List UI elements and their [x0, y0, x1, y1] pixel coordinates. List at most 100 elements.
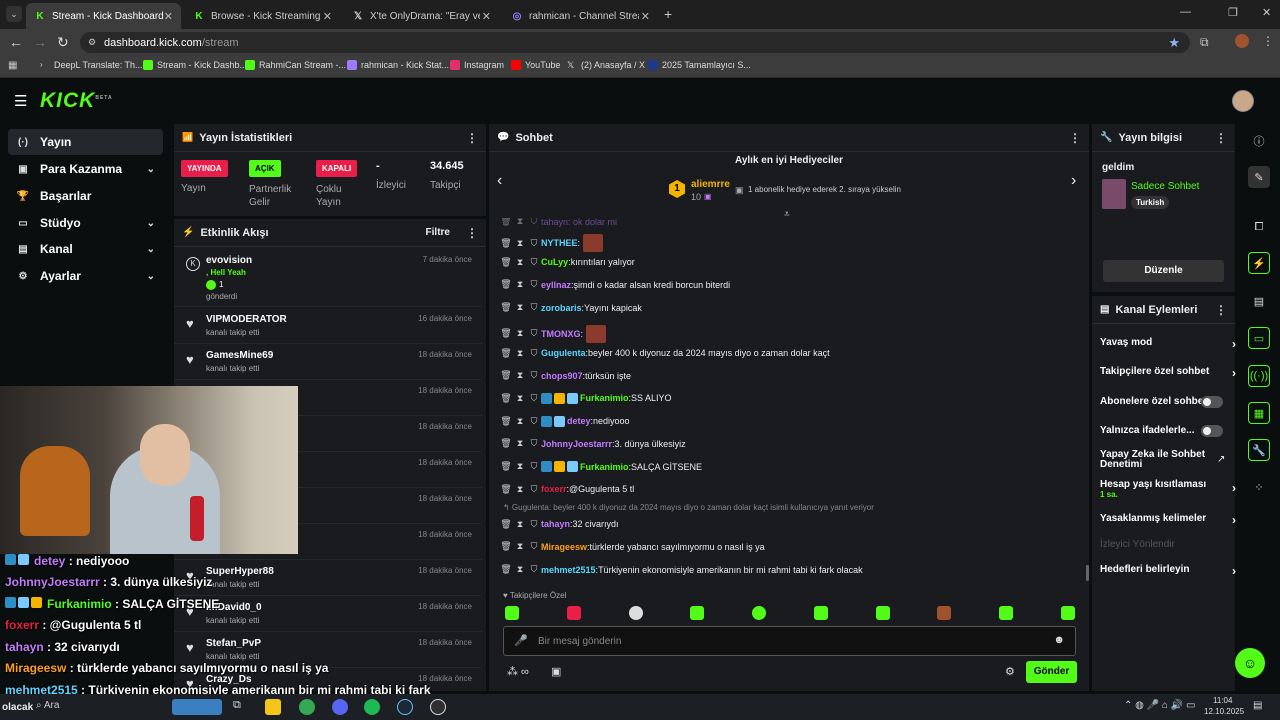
wrench-icon[interactable]: 🔧 — [1248, 439, 1270, 461]
emotes-only-toggle[interactable] — [1201, 425, 1223, 437]
top-gifter-name[interactable]: aliemrre — [691, 179, 730, 190]
trash-icon[interactable]: 🗑 — [499, 257, 513, 268]
emote-icon[interactable] — [690, 606, 705, 620]
chat-scrollbar[interactable] — [1086, 565, 1089, 581]
chat-username[interactable]: Gugulenta — [541, 348, 586, 358]
bookmark-star-icon[interactable]: ★ — [1168, 35, 1180, 51]
profile-avatar[interactable] — [1235, 34, 1249, 48]
apps-icon[interactable]: ⁘ — [1248, 476, 1270, 498]
nav-ayarlar[interactable]: ⚙ Ayarlar ⌄ — [8, 263, 163, 289]
emoji-icon[interactable]: ☻ — [1053, 634, 1065, 646]
timeout-icon[interactable]: ⧗ — [513, 279, 527, 290]
trash-icon[interactable]: 🗑 — [499, 370, 513, 381]
more-icon[interactable]: ⋮ — [466, 131, 478, 145]
chevron-left-icon[interactable]: ‹ — [497, 172, 502, 190]
spotify-icon[interactable] — [364, 699, 380, 715]
chat-username[interactable]: zorobaris — [541, 303, 582, 313]
widget-image[interactable] — [172, 699, 222, 715]
trash-icon[interactable]: 🗑 — [499, 541, 513, 552]
action-account-age[interactable]: Hesap yaşı kısıtlaması 1 sa. › — [1100, 479, 1236, 499]
bookmark-instagram[interactable]: Instagram — [450, 60, 504, 70]
emote-icon[interactable] — [999, 606, 1014, 620]
timeout-icon[interactable]: ⧗ — [513, 484, 527, 495]
notification-icon[interactable]: ▤ — [1253, 700, 1262, 711]
steam-icon[interactable] — [397, 699, 413, 715]
edit-button[interactable]: Düzenle — [1103, 260, 1224, 282]
timeout-icon[interactable]: ⧗ — [513, 238, 527, 249]
notes-icon[interactable]: ▤ — [1248, 290, 1270, 312]
nav-yayin[interactable]: (·) Yayın — [8, 129, 163, 155]
bookmark-rahmican[interactable]: RahmiCan Stream -... — [245, 60, 346, 70]
emote-icon[interactable] — [813, 606, 828, 620]
trash-icon[interactable]: 🗑 — [499, 564, 513, 575]
chat-username[interactable]: CuLyy — [541, 257, 568, 267]
chat-username[interactable]: foxerr — [541, 484, 567, 494]
close-icon[interactable]: ✕ — [323, 10, 332, 23]
bolt-icon[interactable]: ⚡ — [1248, 252, 1270, 274]
chrome-icon[interactable] — [299, 699, 315, 715]
action-followers-only[interactable]: Takipçilere özel sohbet › — [1100, 366, 1236, 380]
new-tab-button[interactable]: + — [664, 6, 672, 22]
discord-icon[interactable] — [332, 699, 348, 715]
broadcast-icon[interactable]: ((·)) — [1248, 365, 1270, 387]
bookmark-kick-stat[interactable]: rahmican - Kick Stat... — [347, 60, 449, 70]
action-banned-words[interactable]: Yasaklanmış kelimeler › — [1100, 513, 1236, 527]
maximize-icon[interactable]: ❐ — [1228, 6, 1238, 19]
send-button[interactable]: Gönder — [1026, 661, 1077, 683]
chat-username[interactable]: Furkanimio — [580, 462, 629, 472]
taskbar-search[interactable]: ⌕ Ara — [36, 700, 59, 711]
timeout-icon[interactable]: ⧗ — [513, 257, 527, 268]
emote-icon[interactable] — [875, 606, 890, 620]
emote-icon[interactable] — [752, 606, 767, 620]
emote-icon[interactable] — [566, 606, 581, 620]
chat-username[interactable]: eyllnaz — [541, 280, 571, 290]
tab-search-button[interactable]: ⌄ — [6, 6, 22, 22]
timeout-icon[interactable]: ⧗ — [513, 416, 527, 427]
timeout-icon[interactable]: ⧗ — [513, 519, 527, 530]
action-ai-moderation[interactable]: Yapay Zeka ile Sohbet Denetimi — [1100, 450, 1210, 470]
timeout-icon[interactable]: ⧗ — [513, 370, 527, 381]
nav-basarilar[interactable]: 🏆 Başarılar — [8, 183, 163, 209]
file-explorer-icon[interactable] — [265, 699, 281, 715]
timeout-icon[interactable]: ⧗ — [513, 461, 527, 472]
chat-username[interactable]: NYTHEE — [541, 238, 578, 248]
extensions-icon[interactable]: ⧉ — [1200, 35, 1209, 50]
chat-username[interactable]: JohnnyJoestarrr — [541, 439, 612, 449]
user-avatar[interactable] — [1232, 90, 1254, 112]
tab-2[interactable]: 𝕏X'te OnlyDrama: "Eray ve Dizci✕ — [344, 3, 499, 29]
support-chat-icon[interactable]: ☺ — [1235, 648, 1265, 678]
gift-shop-icon[interactable]: ▣ — [551, 665, 561, 678]
trash-icon[interactable]: 🗑 — [499, 438, 513, 449]
subscribers-only-toggle[interactable] — [1201, 396, 1223, 408]
trash-icon[interactable]: 🗑 — [499, 218, 513, 227]
info-icon[interactable]: ⓘ — [1248, 130, 1270, 152]
screen-icon[interactable]: ⧠ — [1248, 216, 1270, 238]
timeout-icon[interactable]: ⧗ — [513, 348, 527, 359]
minimize-icon[interactable]: — — [1180, 6, 1191, 18]
trash-icon[interactable]: 🗑 — [499, 519, 513, 530]
close-icon[interactable]: ✕ — [164, 10, 173, 23]
chat-input[interactable]: 🎤 Bir mesaj gönderin ☻ — [503, 626, 1076, 656]
trash-icon[interactable]: 🗑 — [499, 484, 513, 495]
timeout-icon[interactable]: ⧗ — [513, 328, 527, 339]
trash-icon[interactable]: 🗑 — [499, 348, 513, 359]
tab-3[interactable]: ◎rahmican - Channel Streams on✕ — [503, 3, 658, 29]
bookmark-2025[interactable]: 2025 Tamamlayıcı S... — [648, 60, 751, 70]
kick-logo[interactable]: KICKBETA — [40, 89, 113, 113]
trash-icon[interactable]: 🗑 — [499, 302, 513, 313]
url-field[interactable]: ⚙ dashboard.kick.com/stream ★ — [80, 32, 1190, 53]
more-icon[interactable]: ⋮ — [1215, 303, 1227, 317]
more-icon[interactable]: ⋮ — [1215, 131, 1227, 145]
close-icon[interactable]: ✕ — [641, 10, 650, 23]
edit-icon[interactable]: ✎ — [1248, 166, 1270, 188]
timeout-icon[interactable]: ⧗ — [513, 564, 527, 575]
browser-menu-icon[interactable]: ⋮ — [1262, 34, 1274, 48]
chat-username[interactable]: tahayn — [541, 519, 570, 529]
back-icon[interactable]: ← — [9, 34, 23, 50]
timeout-icon[interactable]: ⧗ — [513, 302, 527, 313]
emote-icon[interactable] — [505, 606, 519, 620]
emote-icon[interactable] — [937, 606, 952, 620]
trash-icon[interactable]: 🗑 — [499, 393, 513, 404]
bookmark-deepl[interactable]: › DeepL Translate: Th... — [40, 60, 143, 70]
apps-icon[interactable]: ▦ — [8, 60, 17, 71]
